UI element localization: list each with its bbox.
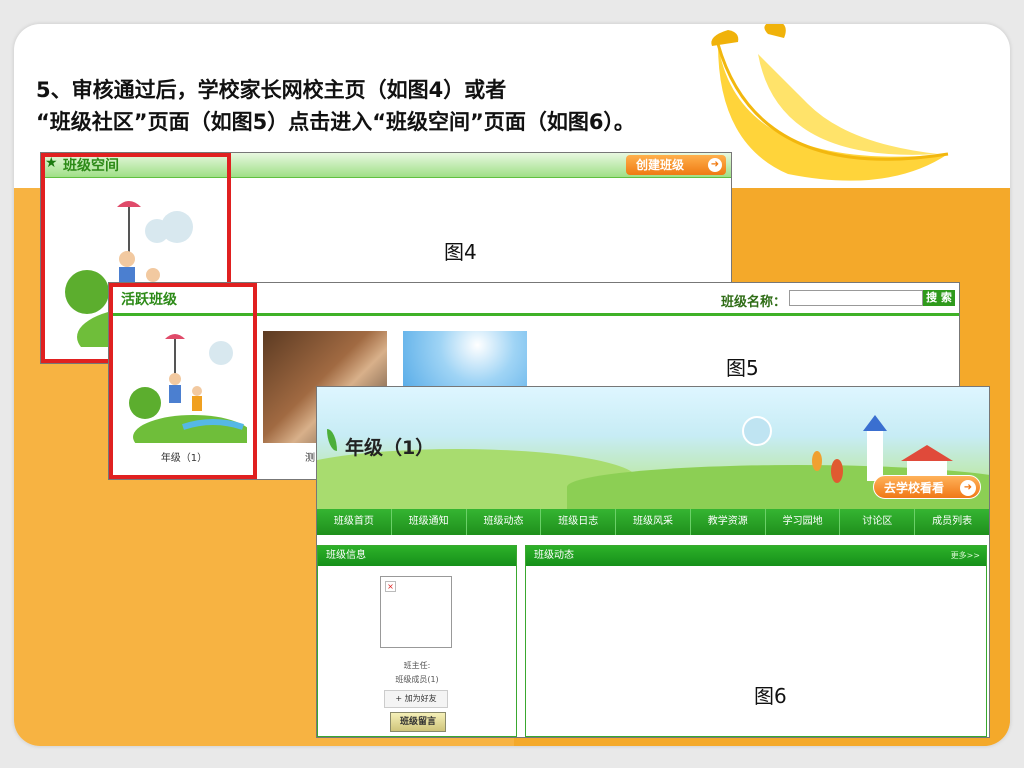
nav-item-discussion[interactable]: 讨论区 [840, 509, 916, 535]
highlight-frame [109, 283, 257, 479]
nav-item-home[interactable]: 班级首页 [317, 509, 392, 535]
leave-message-button[interactable]: 班级留言 [390, 712, 446, 732]
class-banner: 年级（1） 去学校看看 ➜ [317, 387, 989, 509]
banana-illustration [711, 24, 949, 181]
class-name-title: 年级（1） [345, 437, 435, 459]
class-photo-placeholder: × [380, 576, 452, 648]
class-name-search-input[interactable] [789, 290, 923, 306]
class-info-panel: 班级信息 × 班主任: 班级成员(1) + 加为好友 班级留言 [317, 545, 517, 737]
go-to-school-label: 去学校看看 [884, 481, 945, 495]
nav-item-learning[interactable]: 学习园地 [766, 509, 841, 535]
create-class-label: 创建班级 [636, 158, 685, 172]
heading-line-1: 5、审核通过后，学校家长网校主页（如图4）或者 [36, 78, 507, 102]
slide-heading: 5、审核通过后，学校家长网校主页（如图4）或者 “班级社区”页面（如图5）点击进… [36, 74, 635, 138]
leaf-icon [327, 429, 337, 451]
search-button[interactable]: 搜 索 [923, 290, 955, 306]
figure-4-label: 图4 [444, 240, 477, 264]
go-to-school-button[interactable]: 去学校看看 ➜ [873, 475, 981, 499]
class-name-label: 班级名称： [721, 295, 787, 310]
broken-image-icon: × [385, 581, 396, 592]
nav-item-showcase[interactable]: 班级风采 [616, 509, 691, 535]
head-teacher-label: 班主任: [403, 661, 431, 670]
create-class-button[interactable]: 创建班级 ➜ [626, 155, 726, 175]
nav-item-members[interactable]: 成员列表 [915, 509, 989, 535]
class-members-link[interactable]: 班级成员(1) [318, 674, 516, 685]
nav-item-notices[interactable]: 班级通知 [392, 509, 467, 535]
class-info-header: 班级信息 [318, 546, 516, 566]
add-friend-button[interactable]: + 加为好友 [384, 690, 448, 708]
more-link[interactable]: 更多>> [951, 546, 980, 566]
figure-6-screenshot: 年级（1） 去学校看看 ➜ 班级首页 班级通知 班级动态 班级日志 班级风采 教… [316, 386, 990, 738]
class-nav-bar: 班级首页 班级通知 班级动态 班级日志 班级风采 教学资源 学习园地 讨论区 成… [317, 509, 989, 535]
class-updates-title: 班级动态 [534, 550, 574, 561]
class-caption-partial[interactable]: 测 [305, 449, 315, 464]
arrow-right-icon: ➜ [708, 158, 722, 172]
nav-item-resources[interactable]: 教学资源 [691, 509, 766, 535]
nav-item-journal[interactable]: 班级日志 [541, 509, 617, 535]
nav-item-updates[interactable]: 班级动态 [467, 509, 542, 535]
class-updates-header: 班级动态 更多>> [526, 546, 986, 566]
heading-line-2: “班级社区”页面（如图5）点击进入“班级空间”页面（如图6）。 [36, 110, 635, 134]
arrow-right-icon: ➜ [960, 480, 976, 496]
figure-6-label: 图6 [754, 684, 787, 708]
figure-5-label: 图5 [726, 356, 759, 380]
